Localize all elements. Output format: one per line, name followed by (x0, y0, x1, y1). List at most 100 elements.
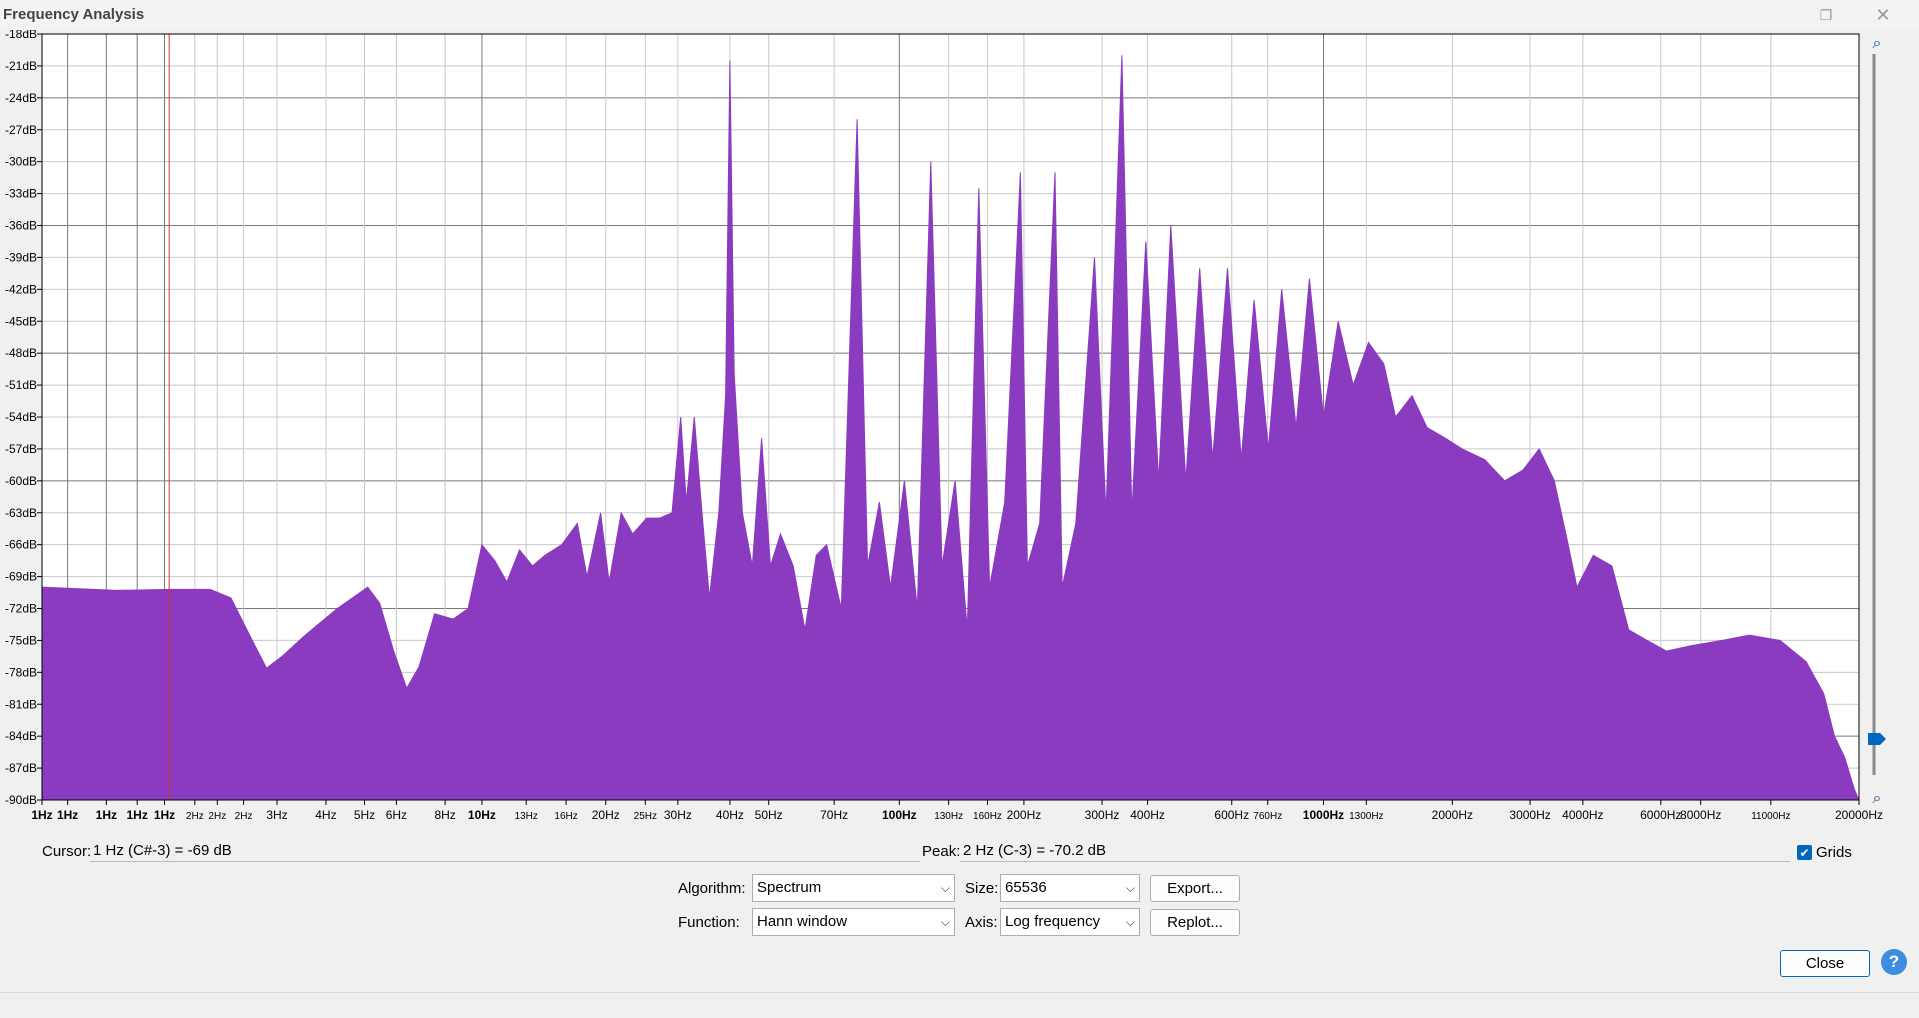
y-tick-label: -63dB (5, 506, 37, 520)
y-tick-label: -54dB (5, 410, 37, 424)
x-tick-label: 13Hz (515, 811, 538, 822)
x-tick-label: 100Hz (882, 808, 917, 822)
x-tick-label: 400Hz (1130, 808, 1165, 822)
grids-checkbox[interactable]: ✔ (1797, 845, 1812, 860)
x-tick-label: 20000Hz (1835, 808, 1883, 822)
y-tick-label: -90dB (5, 793, 37, 807)
y-tick-label: -36dB (5, 219, 37, 233)
window-title: Frequency Analysis (3, 6, 145, 23)
x-tick-label: 40Hz (716, 808, 744, 822)
x-tick-label: 2000Hz (1432, 808, 1473, 822)
y-tick-label: -39dB (5, 250, 37, 264)
axis-label: Axis: (965, 914, 998, 931)
x-tick-label: 760Hz (1253, 811, 1282, 822)
y-tick-label: -57dB (5, 442, 37, 456)
x-tick-label: 8Hz (434, 808, 455, 822)
x-tick-label: 300Hz (1085, 808, 1120, 822)
axis-select[interactable]: Log frequency ⌵ (1000, 908, 1140, 936)
algorithm-value: Spectrum (757, 879, 822, 896)
y-tick-label: -66dB (5, 538, 37, 552)
y-tick-label: -42dB (5, 282, 37, 296)
function-value: Hann window (757, 913, 848, 930)
x-tick-label: 6000Hz (1640, 808, 1681, 822)
y-tick-label: -51dB (5, 378, 37, 392)
cursor-readout: 1 Hz (C#-3) = -69 dB (90, 840, 920, 862)
x-tick-label: 160Hz (973, 811, 1002, 822)
x-tick-label: 8000Hz (1680, 808, 1721, 822)
peak-label: Peak: (922, 843, 961, 860)
y-tick-label: -27dB (5, 123, 37, 137)
frequency-analysis-window: Frequency Analysis ❐ ✕ -18dB -21dB -24dB -2… (0, 0, 1919, 1018)
x-tick-label: 4000Hz (1562, 808, 1603, 822)
chevron-down-icon: ⌵ (1125, 881, 1135, 895)
x-tick-label: 6Hz (386, 808, 407, 822)
function-select[interactable]: Hann window ⌵ (752, 908, 955, 936)
chevron-down-icon: ⌵ (940, 915, 950, 929)
x-tick-label: 1Hz (57, 808, 78, 822)
spectrum-chart[interactable]: -18dB -21dB -24dB -27dB -30dB -33dB -36dB -39dB… (0, 30, 1919, 830)
y-tick-label: -60dB (5, 474, 37, 488)
zoom-in-icon[interactable]: ⌕ (1873, 35, 1882, 52)
close-button[interactable]: Close (1780, 950, 1870, 977)
y-tick-label: -87dB (5, 761, 37, 775)
chevron-down-icon: ⌵ (940, 881, 950, 895)
x-tick-label: 5Hz (354, 808, 375, 822)
restore-icon[interactable]: ❐ (1803, 0, 1849, 30)
x-tick-label: 1Hz (154, 808, 175, 822)
peak-readout: 2 Hz (C-3) = -70.2 dB (960, 840, 1790, 862)
size-value: 65536 (1005, 879, 1047, 896)
help-icon[interactable]: ? (1881, 949, 1907, 975)
y-tick-label: -69dB (5, 570, 37, 584)
x-tick-label: 10Hz (468, 808, 496, 822)
x-tick-label: 2Hz (208, 811, 226, 822)
x-tick-label: 2Hz (235, 811, 253, 822)
size-select[interactable]: 65536 ⌵ (1000, 874, 1140, 902)
x-tick-label: 130Hz (934, 811, 963, 822)
x-tick-label: 30Hz (664, 808, 692, 822)
grids-label: Grids (1816, 844, 1852, 861)
replot-button[interactable]: Replot... (1150, 909, 1240, 936)
x-tick-label: 16Hz (554, 811, 577, 822)
x-tick-label: 3000Hz (1509, 808, 1550, 822)
x-tick-label: 1000Hz (1303, 808, 1344, 822)
y-tick-label: -48dB (5, 346, 37, 360)
y-tick-label: -81dB (5, 697, 37, 711)
x-tick-label: 600Hz (1214, 808, 1249, 822)
x-tick-label: 1Hz (96, 808, 117, 822)
y-tick-label: -21dB (5, 59, 37, 73)
title-bar: Frequency Analysis ❐ ✕ (0, 0, 1919, 30)
y-tick-label: -45dB (5, 314, 37, 328)
y-tick-label: -84dB (5, 729, 37, 743)
status-bar (0, 992, 1919, 1018)
x-tick-label: 1300Hz (1349, 811, 1383, 822)
function-label: Function: (678, 914, 740, 931)
axis-value: Log frequency (1005, 913, 1101, 930)
cursor-label: Cursor: (42, 843, 92, 860)
x-tick-label: 4Hz (315, 808, 336, 822)
y-tick-label: -75dB (5, 633, 37, 647)
zoom-slider-thumb[interactable] (1868, 732, 1886, 745)
x-tick-label: 20Hz (592, 808, 620, 822)
close-icon[interactable]: ✕ (1860, 0, 1906, 30)
y-tick-label: -72dB (5, 602, 37, 616)
export-button[interactable]: Export... (1150, 875, 1240, 902)
x-tick-label: 70Hz (820, 808, 848, 822)
x-tick-label: 50Hz (755, 808, 783, 822)
y-tick-label: -78dB (5, 665, 37, 679)
x-tick-label: 2Hz (186, 811, 204, 822)
algorithm-label: Algorithm: (678, 880, 746, 897)
x-tick-label: 11000Hz (1751, 811, 1790, 822)
x-tick-label: 1Hz (31, 808, 52, 822)
chevron-down-icon: ⌵ (1125, 915, 1135, 929)
x-tick-label: 25Hz (634, 811, 657, 822)
size-label: Size: (965, 880, 999, 897)
algorithm-select[interactable]: Spectrum ⌵ (752, 874, 955, 902)
y-tick-label: -18dB (5, 30, 37, 41)
x-tick-label: 1Hz (127, 808, 148, 822)
y-tick-label: -24dB (5, 91, 37, 105)
x-tick-label: 3Hz (266, 808, 287, 822)
x-tick-label: 200Hz (1007, 808, 1042, 822)
y-tick-label: -33dB (5, 187, 37, 201)
y-tick-label: -30dB (5, 155, 37, 169)
zoom-out-icon[interactable]: ⌕ (1873, 790, 1882, 807)
